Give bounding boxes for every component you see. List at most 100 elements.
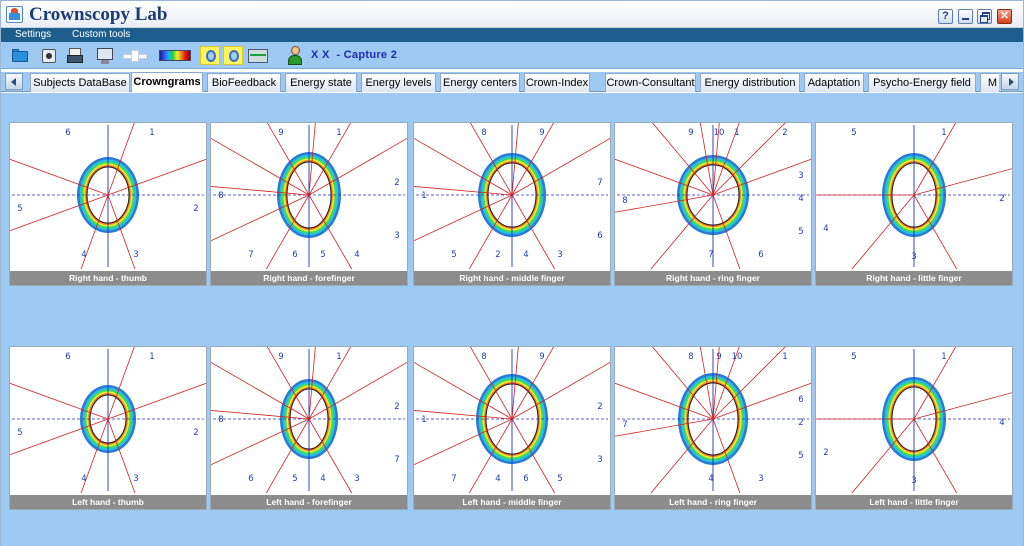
sector-number: 2 <box>495 250 500 260</box>
aura-grid-icon[interactable] <box>223 46 243 65</box>
crowngrams-grid: 6 1 5 2 4 3 Right hand - thumb 9 1 8 2 3 7 6 5 4 Right h… <box>1 93 1023 546</box>
sector-number: 6 <box>65 128 70 138</box>
tab-m[interactable]: M <box>980 73 999 92</box>
tab-crowngrams[interactable]: Crowngrams <box>131 72 203 92</box>
sector-number: 2 <box>597 402 602 412</box>
sector-number: 8 <box>622 196 627 206</box>
sector-number: 4 <box>823 224 828 234</box>
crowngram-plot: 5 1 2 4 3 <box>816 123 1012 269</box>
crowngram-plot: 8 9 10 1 7 6 2 5 4 3 <box>615 347 811 493</box>
sector-number: 2 <box>999 194 1004 204</box>
crowngram-plot: 6 1 5 2 4 3 <box>10 347 206 493</box>
aura-icon[interactable] <box>200 46 220 65</box>
crowngram-panel[interactable]: 9 1 8 2 7 6 5 4 3 Left hand - forefinger <box>210 346 408 510</box>
crowngram-plot: 6 1 5 2 4 3 <box>10 123 206 269</box>
menu-custom-tools[interactable]: Custom tools <box>72 29 130 40</box>
sector-number: 1 <box>941 352 946 362</box>
close-button[interactable]: ✕ <box>997 9 1012 24</box>
subject-name: X X <box>311 49 330 61</box>
ecg-monitor-icon[interactable] <box>247 46 269 65</box>
sector-number: 6 <box>597 231 602 241</box>
sector-number: 2 <box>782 128 787 138</box>
tab-energy-levels[interactable]: Energy levels <box>361 73 436 92</box>
plugin-icon[interactable] <box>123 46 147 65</box>
sector-number: 8 <box>481 128 486 138</box>
print-icon[interactable] <box>65 46 85 65</box>
crowngram-caption: Right hand - middle finger <box>414 270 610 285</box>
crowngram-caption: Left hand - ring finger <box>615 494 811 509</box>
sector-number: 9 <box>539 352 544 362</box>
sector-number: 4 <box>708 474 713 484</box>
crowngram-panel[interactable]: 9 10 1 2 8 3 4 5 7 6 Right hand - ring finger <box>614 122 812 286</box>
app-title: Crownscopy Lab <box>29 4 168 25</box>
sector-number: 7 <box>708 250 713 260</box>
tab-energy-centers[interactable]: Energy centers <box>440 73 520 92</box>
folder-icon[interactable] <box>10 46 30 65</box>
tab-subjects-database[interactable]: Subjects DataBase <box>30 73 130 92</box>
crowngram-panel[interactable]: 5 1 2 4 3 Right hand - little finger <box>815 122 1013 286</box>
tab-bar: Subjects DataBase Crowngrams BioFeedback En… <box>1 72 1023 92</box>
sector-number: 9 <box>278 128 283 138</box>
tab-biofeedback[interactable]: BioFeedback <box>207 73 281 92</box>
camera-icon[interactable] <box>39 46 59 65</box>
sector-number: 1 <box>734 128 739 138</box>
sector-number: 3 <box>394 231 399 241</box>
sector-number: 5 <box>798 227 803 237</box>
crowngram-panel[interactable]: 5 1 4 2 3 Left hand - little finger <box>815 346 1013 510</box>
crowngram-caption: Left hand - thumb <box>10 494 206 509</box>
sector-number: 9 <box>278 352 283 362</box>
sector-number: 4 <box>523 250 528 260</box>
sector-number: 10 <box>732 352 743 362</box>
menu-settings[interactable]: Settings <box>15 29 51 40</box>
sector-number: 3 <box>758 474 763 484</box>
sector-number: 9 <box>688 128 693 138</box>
sector-number: 4 <box>999 418 1004 428</box>
sector-number: 5 <box>798 451 803 461</box>
sector-number: 5 <box>851 128 856 138</box>
sector-number: 8 <box>688 352 693 362</box>
crowngram-panel[interactable]: 6 1 5 2 4 3 Right hand - thumb <box>9 122 207 286</box>
crowngram-panel[interactable]: 9 1 8 2 3 7 6 5 4 Right hand - forefinger <box>210 122 408 286</box>
crowngram-caption: Left hand - little finger <box>816 494 1012 509</box>
sector-number: 2 <box>798 418 803 428</box>
tab-scroll-right-icon[interactable] <box>1001 73 1019 90</box>
sector-number: 6 <box>65 352 70 362</box>
crowngram-plot: 5 1 4 2 3 <box>816 347 1012 493</box>
sector-number: 5 <box>17 428 22 438</box>
crowngram-panel[interactable]: 8 9 10 1 7 6 2 5 4 3 Left hand - ring finger <box>614 346 812 510</box>
minimize-button[interactable] <box>958 9 973 24</box>
color-spectrum-icon[interactable] <box>159 50 191 61</box>
crowngram-caption: Right hand - ring finger <box>615 270 811 285</box>
sector-number: 2 <box>193 204 198 214</box>
tab-crown-consultant[interactable]: Crown-Consultant <box>605 73 696 92</box>
tab-energy-state[interactable]: Energy state <box>285 73 357 92</box>
sector-number: 1 <box>336 352 341 362</box>
subject-label: X X - Capture 2 <box>311 49 397 61</box>
sector-number: 4 <box>320 474 325 484</box>
sector-number: 3 <box>798 171 803 181</box>
crowngram-panel[interactable]: 6 1 5 2 4 3 Left hand - thumb <box>9 346 207 510</box>
tab-psycho-energy-field[interactable]: Psycho-Energy field <box>868 73 976 92</box>
crowngram-plot: 8 9 1 2 3 7 4 6 5 <box>414 347 610 493</box>
sector-number: 4 <box>354 250 359 260</box>
tab-adaptation[interactable]: Adaptation <box>804 73 864 92</box>
tab-crown-index[interactable]: Crown-Index <box>524 73 590 92</box>
sector-number: 6 <box>798 395 803 405</box>
sector-number: 3 <box>911 476 916 486</box>
sector-number: 1 <box>421 191 426 201</box>
crowngram-panel[interactable]: 8 9 1 2 3 7 4 6 5 Left hand - middle finger <box>413 346 611 510</box>
sector-number: 1 <box>421 415 426 425</box>
crowngram-panel[interactable]: 8 9 1 7 6 5 2 4 3 Right hand - middle finger <box>413 122 611 286</box>
monitor-camera-icon[interactable] <box>95 46 115 65</box>
sector-number: 3 <box>133 250 138 260</box>
help-button[interactable]: ? <box>938 9 953 24</box>
crowngram-caption: Right hand - little finger <box>816 270 1012 285</box>
restore-button[interactable] <box>977 9 992 24</box>
menu-bar: Settings Custom tools <box>1 28 1023 42</box>
sector-number: 5 <box>17 204 22 214</box>
tab-energy-distribution[interactable]: Energy distribution <box>700 73 800 92</box>
subject-person-icon <box>288 46 302 65</box>
crowngram-caption: Right hand - forefinger <box>211 270 407 285</box>
tab-scroll-left-icon[interactable] <box>5 73 23 90</box>
sector-number: 5 <box>320 250 325 260</box>
